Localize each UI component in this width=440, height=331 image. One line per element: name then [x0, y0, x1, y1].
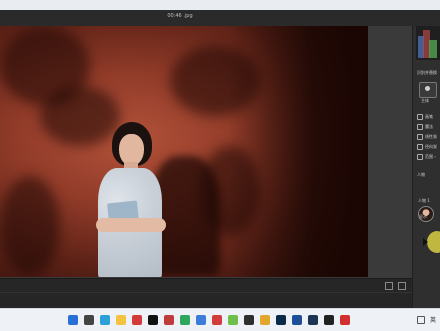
photoshop-icon[interactable] [276, 315, 286, 325]
document-tab-title[interactable]: 00:46 .jpg [0, 13, 360, 19]
app-icon[interactable] [244, 315, 254, 325]
range-icon [417, 154, 423, 160]
app-icon[interactable] [324, 315, 334, 325]
section-title: 识别并替换 [417, 70, 437, 75]
mouse-cursor-icon [423, 238, 428, 246]
brush-icon [417, 114, 423, 120]
tool-brush[interactable]: 画笔 [417, 114, 433, 120]
app-icon[interactable] [132, 315, 142, 325]
grid-view-icon[interactable] [398, 282, 406, 290]
tool-range[interactable]: 范围 › [417, 154, 436, 160]
canvas-area[interactable] [0, 26, 412, 278]
filmstrip-bar [0, 278, 412, 309]
tool-radial-gradient[interactable]: 径向渐 [417, 144, 437, 150]
document-tab-bar: 00:46 .jpg [0, 10, 440, 27]
chevron-up-icon[interactable] [416, 315, 425, 324]
tool-magic[interactable]: 魔法 [417, 124, 433, 130]
app-icon[interactable] [164, 315, 174, 325]
system-tray: 英 [416, 315, 436, 324]
capcut-icon[interactable] [148, 315, 158, 325]
app-icon[interactable] [196, 315, 206, 325]
files-icon[interactable] [116, 315, 126, 325]
masking-panel: 识别并替换 主体 画笔 魔法 线性渐 径向渐 范围 › 人物 人物 1 显示 [412, 26, 440, 308]
people-section-header[interactable]: 人物 [417, 172, 425, 178]
browser-top-bar [0, 0, 440, 10]
hint-text: 显示 [419, 214, 427, 219]
app-icon[interactable] [180, 315, 190, 325]
app-icon[interactable] [340, 315, 350, 325]
app-icon[interactable] [292, 315, 302, 325]
select-subject-label: 主体 [421, 98, 429, 103]
magic-icon [417, 124, 423, 130]
language-indicator[interactable]: 英 [430, 315, 436, 324]
radial-icon [417, 144, 423, 150]
search-icon[interactable] [84, 315, 94, 325]
tool-linear-gradient[interactable]: 线性渐 [417, 134, 437, 140]
select-subject-button[interactable] [419, 82, 437, 98]
windows-start-icon[interactable] [68, 315, 78, 325]
histogram [416, 26, 440, 60]
camtasia-icon[interactable] [228, 315, 238, 325]
click-highlight [427, 231, 440, 253]
lightroom-icon[interactable] [308, 315, 318, 325]
gradient-icon [417, 134, 423, 140]
taskbar: 英 [0, 308, 440, 331]
photo-canvas[interactable] [0, 26, 368, 277]
person-item-label: 人物 1 [418, 198, 430, 203]
zoom-fit-icon[interactable] [385, 282, 393, 290]
chrome-icon[interactable] [260, 315, 270, 325]
edge-icon[interactable] [100, 315, 110, 325]
app-icon[interactable] [212, 315, 222, 325]
